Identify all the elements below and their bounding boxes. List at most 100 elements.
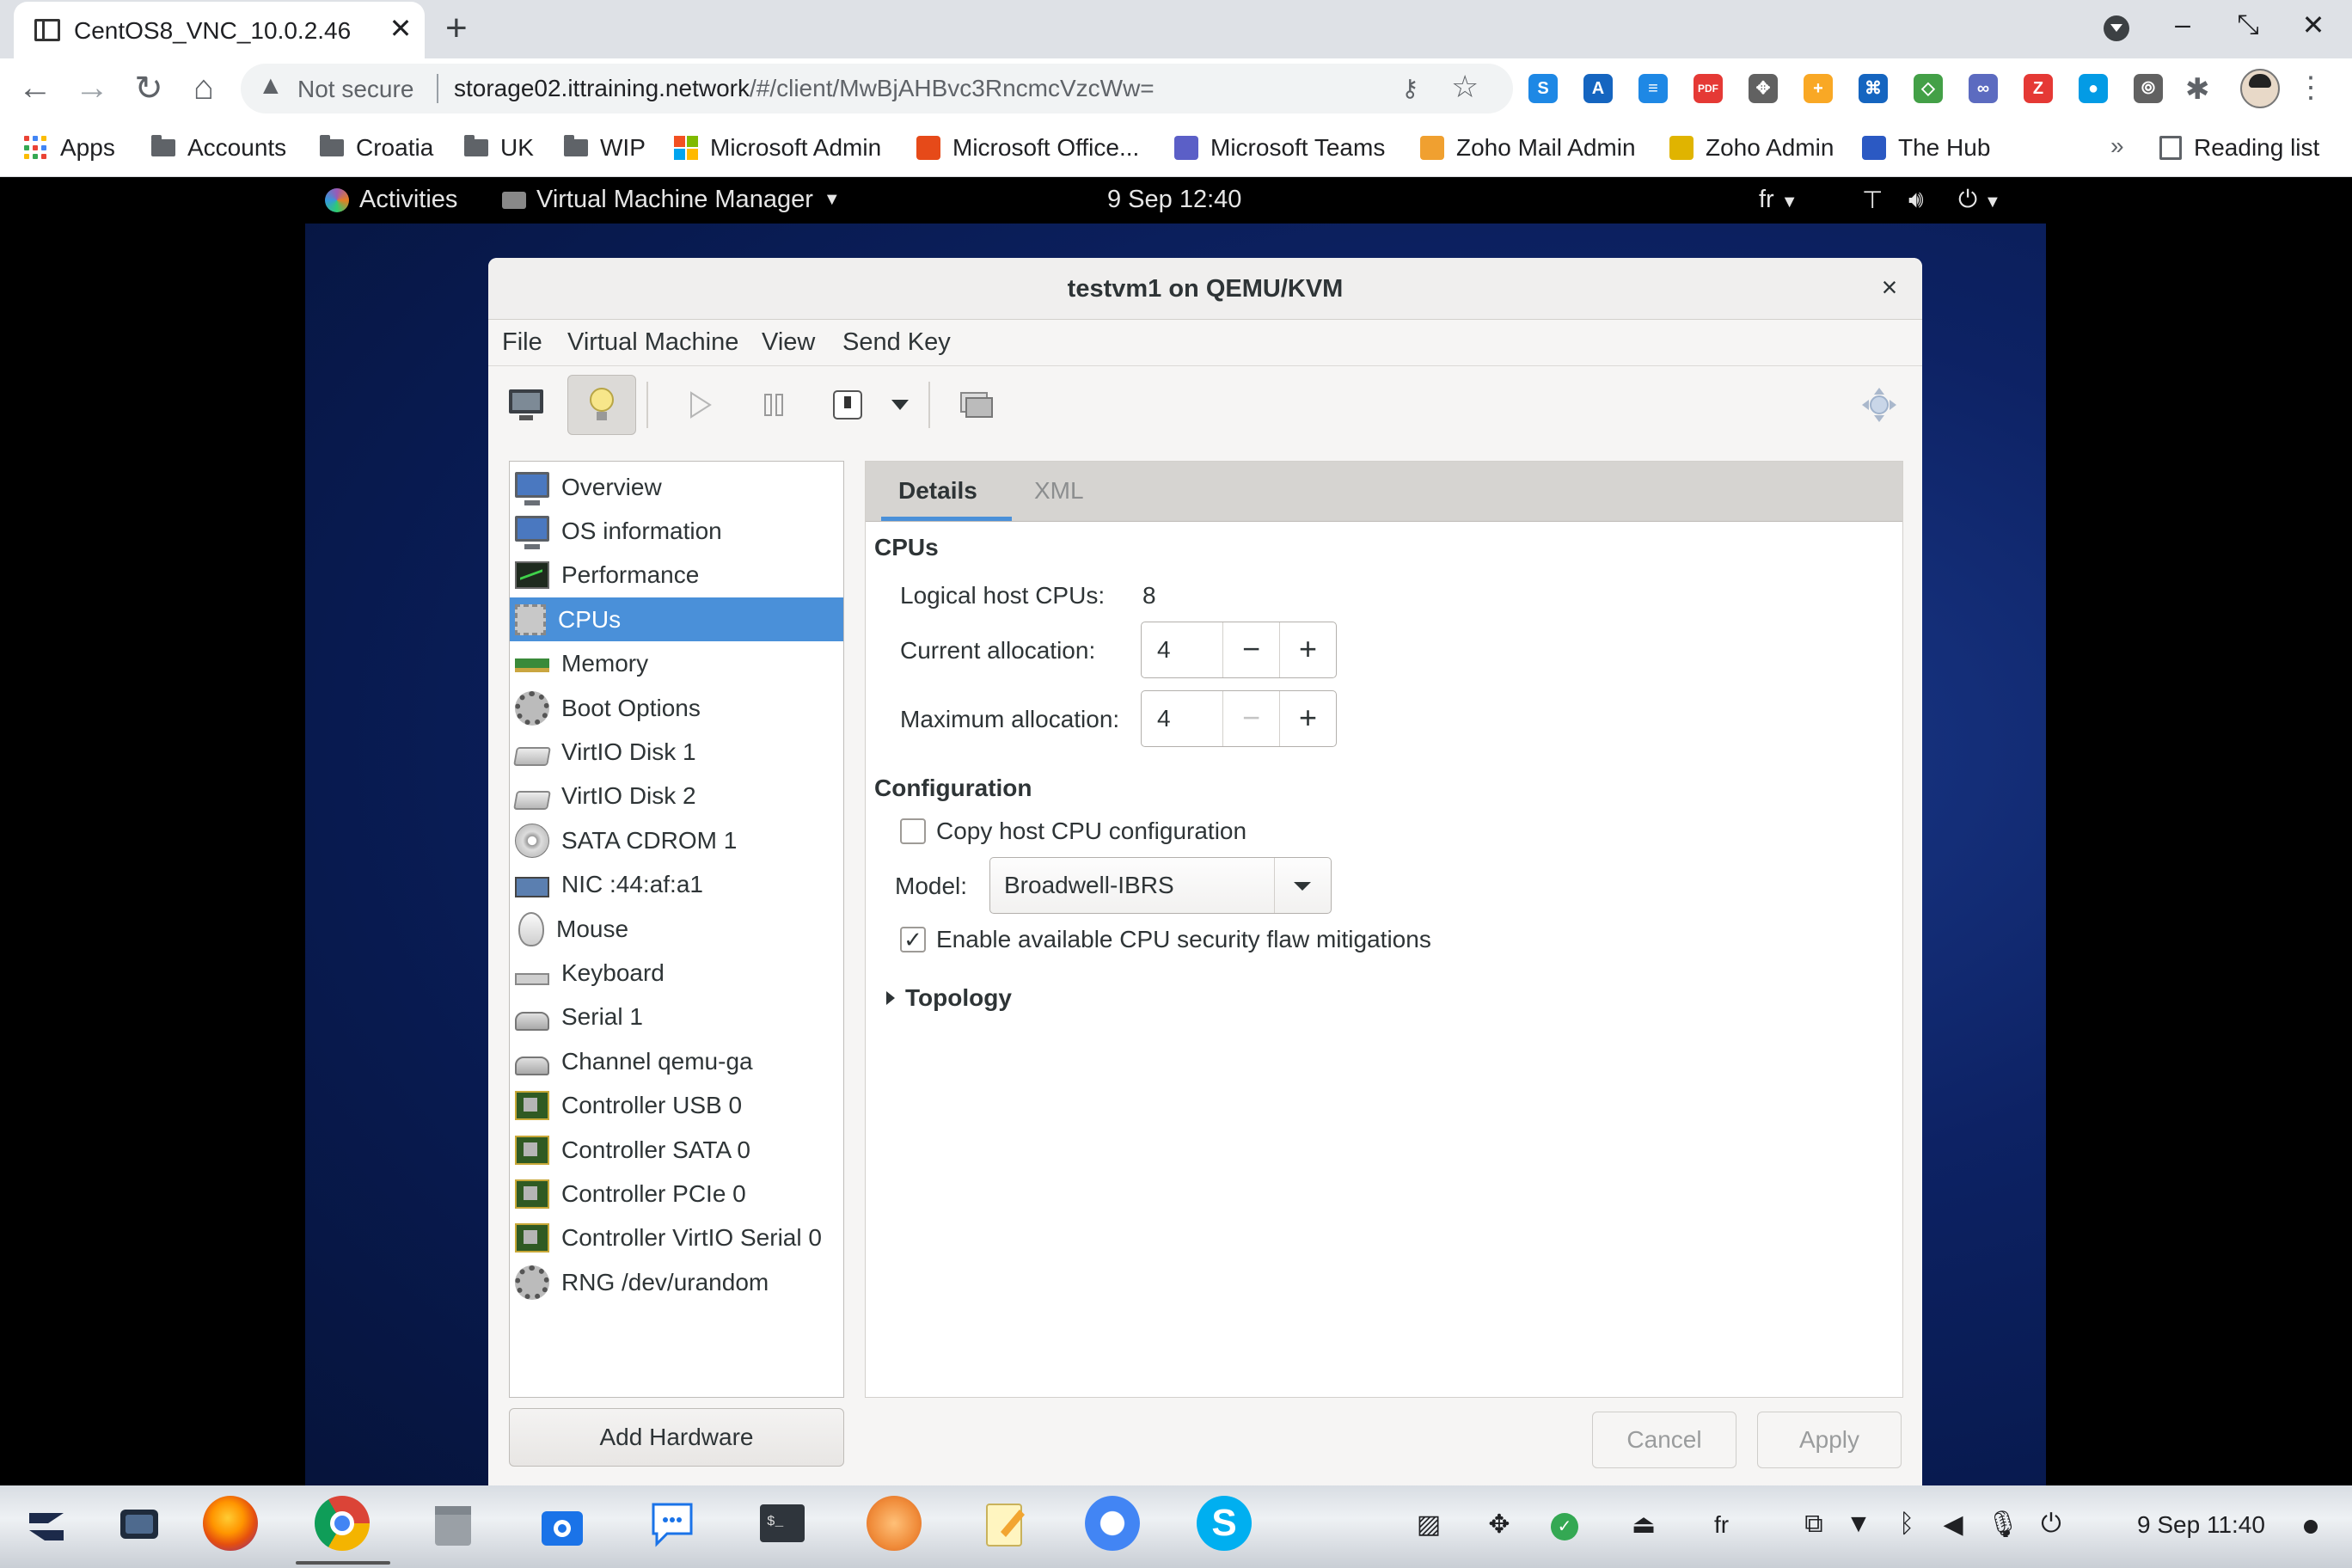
address-bar[interactable]: ▲ Not secure storage02.ittraining.networ… (241, 64, 1513, 113)
bookmark-item[interactable]: WIP (564, 131, 646, 165)
text-editor-icon[interactable] (978, 1496, 1033, 1551)
hardware-list-item[interactable]: Memory (510, 642, 843, 686)
chrome-menu-button[interactable]: ⋮ (2294, 70, 2328, 105)
dropbox-icon[interactable]: ✥ (1482, 1510, 1516, 1540)
files-icon[interactable] (426, 1496, 481, 1551)
shutdown-menu-button[interactable] (879, 375, 922, 435)
hardware-list-item[interactable]: Keyboard (510, 951, 843, 995)
chrome-icon[interactable] (315, 1496, 370, 1551)
window-close-button[interactable]: × (1874, 272, 1905, 303)
back-button[interactable]: ← (14, 69, 57, 107)
run-button[interactable] (665, 375, 734, 435)
feedback-icon[interactable] (645, 1496, 700, 1551)
apply-button[interactable]: Apply (1757, 1412, 1902, 1468)
hardware-list-item[interactable]: SATA CDROM 1 (510, 818, 843, 862)
reload-button[interactable]: ↻ (127, 69, 170, 108)
bookmark-item[interactable]: UK (464, 131, 534, 165)
home-button[interactable]: ⌂ (182, 69, 225, 107)
hardware-list-item[interactable]: CPUs (510, 597, 843, 642)
browser-tab[interactable]: CentOS8_VNC_10.0.2.46 ✕ (14, 2, 425, 58)
snapshots-button[interactable] (942, 375, 1011, 435)
vnc-viewer-icon[interactable] (867, 1496, 922, 1551)
network-icon[interactable]: ⊤ (1862, 186, 1883, 214)
minimize-button[interactable]: – (2163, 9, 2202, 40)
window-close-button[interactable]: ✕ (2294, 9, 2333, 41)
volume-icon[interactable]: 🔊︎ (1908, 186, 1924, 214)
mitigations-checkbox[interactable]: ✓ (900, 927, 926, 952)
bookmark-star-icon[interactable]: ☆ (1451, 69, 1479, 105)
hardware-list-item[interactable]: VirtIO Disk 1 (510, 730, 843, 774)
screenshot-icon[interactable]: ▨ (1412, 1510, 1446, 1540)
menu-send-key[interactable]: Send Key (842, 328, 951, 357)
current-allocation-value[interactable]: 4 (1157, 636, 1171, 664)
bookmark-item[interactable]: Microsoft Admin (674, 131, 881, 165)
hardware-list-item[interactable]: OS information (510, 509, 843, 553)
firefox-icon[interactable] (203, 1496, 258, 1551)
details-button[interactable] (567, 375, 636, 435)
eject-icon[interactable]: ⏏ (1626, 1510, 1661, 1540)
url-text[interactable]: storage02.ittraining.network/#/client/Mw… (454, 75, 1155, 102)
pdf-ext-icon[interactable]: PDF (1694, 74, 1723, 103)
notification-dot-icon[interactable] (2304, 1520, 2318, 1534)
web-store-icon[interactable] (535, 1496, 590, 1551)
current-allocation-increment[interactable]: + (1279, 622, 1336, 677)
password-key-icon[interactable]: ⚷ (1401, 74, 1419, 102)
bookmark-item[interactable]: Zoho Mail Admin (1420, 131, 1636, 165)
remote-desktop[interactable]: Activities Virtual Machine Manager ▼ 9 S… (0, 177, 2352, 1485)
mitigations-label[interactable]: Enable available CPU security flaw mitig… (936, 926, 1431, 953)
bookmark-item[interactable]: Microsoft Teams (1174, 131, 1385, 165)
hardware-list-item[interactable]: Controller SATA 0 (510, 1128, 843, 1172)
hardware-list-item[interactable]: Boot Options (510, 686, 843, 730)
cancel-button[interactable]: Cancel (1592, 1412, 1736, 1468)
hardware-list-item[interactable]: Channel qemu-ga (510, 1039, 843, 1083)
zotero-ext-icon[interactable]: Z (2024, 74, 2053, 103)
copy-host-cpu-checkbox[interactable] (900, 818, 926, 844)
hardware-list-item[interactable]: Controller VirtIO Serial 0 (510, 1216, 843, 1260)
current-allocation-decrement[interactable]: − (1222, 622, 1279, 677)
translate-ext-icon[interactable]: A (1583, 74, 1613, 103)
profile-avatar[interactable] (2240, 69, 2280, 108)
raindrop-ext-icon[interactable]: ● (2079, 74, 2108, 103)
hardware-list-item[interactable]: Controller USB 0 (510, 1084, 843, 1128)
copy-host-cpu-row[interactable]: Copy host CPU configuration (900, 818, 1246, 845)
gnome-clock[interactable]: 9 Sep 12:40 (1107, 186, 1241, 214)
model-combobox[interactable]: Broadwell-IBRS (989, 857, 1332, 914)
files-overview-icon[interactable] (112, 1496, 167, 1551)
hardware-list-item[interactable]: Serial 1 (510, 995, 843, 1039)
shelf-clock[interactable]: 9 Sep 11:40 (2137, 1511, 2265, 1539)
maximum-allocation-increment[interactable]: + (1279, 691, 1336, 746)
terminal-icon[interactable]: $_ (755, 1496, 810, 1551)
menu-file[interactable]: File (502, 328, 542, 357)
reading-list-button[interactable]: Reading list (2159, 131, 2319, 165)
add-hardware-button[interactable]: Add Hardware (509, 1408, 844, 1467)
cast-icon[interactable]: ⧉ (1797, 1510, 1831, 1539)
tab-xml[interactable]: XML (1034, 477, 1084, 505)
current-allocation-spinner[interactable]: 4 − + (1141, 622, 1337, 678)
maximum-allocation-spinner[interactable]: 4 − + (1141, 690, 1337, 747)
bookmark-item[interactable]: Croatia (320, 131, 433, 165)
link-ext-icon[interactable]: ∞ (1969, 74, 1998, 103)
model-value[interactable]: Broadwell-IBRS (1004, 872, 1174, 899)
hardware-list-item[interactable]: Overview (510, 465, 843, 509)
fullscreen-button[interactable] (1845, 375, 1914, 435)
skype-ext-icon[interactable]: S (1528, 74, 1558, 103)
mitigations-row[interactable]: ✓ Enable available CPU security flaw mit… (900, 926, 1431, 953)
tab-search-button[interactable] (2104, 15, 2129, 41)
security-check-icon[interactable]: ✓ (1551, 1513, 1578, 1540)
menu-view[interactable]: View (762, 328, 815, 357)
volume-icon[interactable]: ◀ (1936, 1510, 1970, 1540)
wireless-ext-icon[interactable]: ⦾ (2134, 74, 2163, 103)
keyboard-layout-indicator[interactable]: fr ▼ (1759, 186, 1798, 214)
maximum-allocation-value[interactable]: 4 (1157, 705, 1171, 732)
activities-button[interactable]: Activities (325, 186, 457, 214)
window-titlebar[interactable]: testvm1 on QEMU/KVM × (488, 258, 1922, 320)
bookmark-item[interactable]: Microsoft Office... (916, 131, 1139, 165)
app-menu-button[interactable]: Virtual Machine Manager ▼ (502, 186, 841, 214)
dropbox-ext-icon[interactable]: ✥ (1749, 74, 1778, 103)
bluetooth-icon[interactable]: ᛒ (1890, 1510, 1924, 1539)
wifi-icon[interactable]: ▼ (1841, 1510, 1876, 1539)
model-dropdown-arrow-icon[interactable] (1274, 858, 1331, 913)
chromium-icon[interactable] (1085, 1496, 1140, 1551)
tab-close-button[interactable]: ✕ (385, 12, 416, 45)
restore-button[interactable]: ⤡ (2228, 9, 2268, 41)
